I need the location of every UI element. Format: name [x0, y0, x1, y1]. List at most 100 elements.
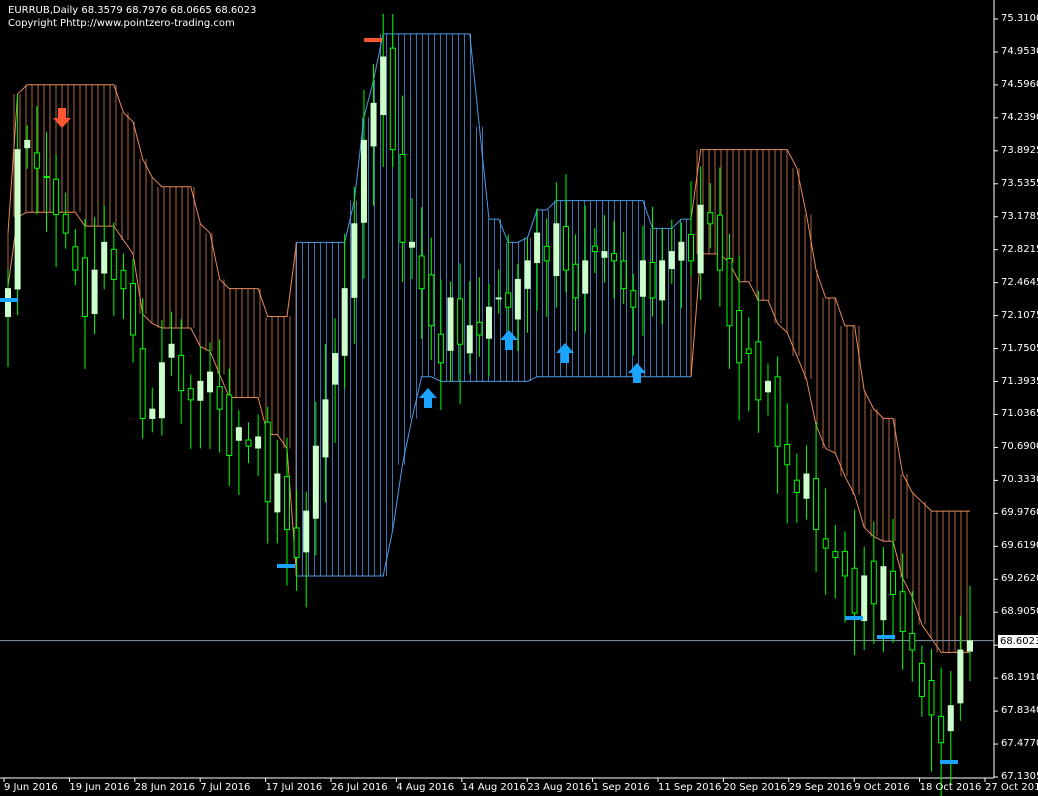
- symbol-info-header: EURRUB,Daily 68.3579 68.7976 68.0665 68.…: [8, 5, 257, 16]
- price-tick-label: 69.2620: [1001, 573, 1038, 585]
- candle-body: [870, 560, 877, 605]
- candle-body: [312, 445, 319, 519]
- candle-body: [178, 354, 185, 392]
- candle-body: [553, 223, 560, 277]
- candle-body: [514, 278, 521, 320]
- candle-body: [72, 246, 79, 271]
- candle-body: [851, 567, 858, 614]
- candle-body: [360, 139, 367, 223]
- candle-body: [428, 274, 435, 327]
- candle-body: [226, 394, 233, 456]
- candle-body: [880, 566, 887, 621]
- candle-body: [793, 479, 800, 494]
- price-tick-label: 68.1910: [1001, 672, 1038, 684]
- candle-body: [120, 269, 127, 290]
- candle-body: [534, 232, 541, 263]
- current-price-tag: 68.6023: [998, 635, 1038, 648]
- cyan-dash-marker: [0, 298, 18, 302]
- candle-body: [389, 47, 396, 151]
- candle-body: [967, 640, 973, 652]
- candle-body: [726, 258, 733, 327]
- candle-body: [707, 212, 714, 225]
- candle-body: [130, 283, 137, 336]
- candle-body: [235, 427, 242, 441]
- candle-body: [110, 248, 117, 280]
- time-tick-label: 20 Sep 2016: [723, 782, 787, 793]
- candle-body: [688, 233, 695, 262]
- candle-body: [697, 204, 704, 274]
- candle-body: [399, 153, 406, 243]
- time-tick-label: 26 Jul 2016: [331, 782, 388, 793]
- price-tick-label: 73.8925: [1001, 144, 1038, 156]
- candle-body: [149, 408, 156, 419]
- candle-body: [611, 253, 618, 262]
- candle-body: [322, 399, 329, 458]
- price-tick-label: 72.8215: [1001, 243, 1038, 255]
- candle-body: [861, 575, 868, 622]
- cyan-dash-marker: [845, 616, 863, 620]
- time-tick-label: 4 Aug 2016: [396, 782, 455, 793]
- time-tick-label: 29 Sep 2016: [788, 782, 853, 793]
- candle-body: [572, 263, 579, 299]
- candle-body: [957, 649, 964, 704]
- price-tick-label: 74.9530: [1001, 45, 1038, 57]
- price-tick-label: 67.8340: [1001, 705, 1038, 717]
- candle-body: [139, 348, 146, 419]
- copyright-label: Copyright Phttp://www.pointzero-trading.…: [8, 18, 235, 29]
- price-tick-label: 75.3100: [1001, 13, 1038, 24]
- time-tick-label: 9 Oct 2016: [854, 782, 910, 793]
- time-tick-label: 1 Sep 2016: [592, 782, 650, 793]
- cloud-lower-line: [690, 253, 970, 653]
- candle-body: [5, 288, 11, 317]
- price-tick-label: 69.6190: [1001, 540, 1038, 552]
- price-chart-plot[interactable]: [0, 0, 1038, 796]
- price-tick-label: 71.0365: [1001, 408, 1038, 420]
- time-tick-label: 19 Jun 2016: [69, 782, 130, 793]
- chart-window[interactable]: EURRUB,Daily 68.3579 68.7976 68.0665 68.…: [0, 0, 1038, 796]
- candle-body: [216, 386, 223, 410]
- price-tick-label: 73.5355: [1001, 177, 1038, 189]
- candle-body: [197, 380, 204, 401]
- price-tick-label: 74.2390: [1001, 111, 1038, 123]
- candle-body: [486, 306, 492, 339]
- price-tick-label: 70.6900: [1001, 441, 1038, 453]
- candle-body: [918, 662, 925, 697]
- candle-body: [784, 443, 791, 466]
- red-dash-marker: [364, 38, 382, 42]
- candle-body: [659, 260, 666, 301]
- candle-body: [601, 251, 608, 258]
- candle-body: [33, 152, 40, 169]
- candle-body: [380, 56, 387, 116]
- candle-body: [158, 362, 165, 419]
- cyan-dash-marker: [877, 635, 895, 639]
- candle-body: [803, 473, 810, 499]
- candle-body: [332, 353, 339, 385]
- candle-body: [457, 298, 464, 345]
- candle-body: [832, 551, 839, 558]
- candle-body: [668, 251, 675, 270]
- time-tick-label: 23 Aug 2016: [527, 782, 592, 793]
- candle-body: [630, 290, 637, 308]
- candle-body: [187, 388, 194, 401]
- candle-body: [14, 149, 21, 290]
- candle-body: [813, 478, 820, 531]
- candle-body: [447, 297, 454, 351]
- candle-body: [774, 376, 781, 447]
- time-tick-label: 17 Jul 2016: [265, 782, 323, 793]
- price-tick-label: 74.5960: [1001, 78, 1038, 90]
- candle-body: [764, 380, 771, 393]
- candle-body: [466, 325, 473, 354]
- candle-body: [62, 213, 69, 234]
- candle-body: [341, 288, 348, 356]
- time-tick-label: 28 Jun 2016: [134, 782, 195, 793]
- candle-body: [822, 538, 829, 549]
- time-tick-label: 27 Oct 2016: [985, 782, 1038, 793]
- candle-body: [716, 214, 723, 271]
- candle-body: [736, 310, 743, 364]
- candle-body: [264, 421, 271, 503]
- cyan-dash-marker: [940, 760, 958, 764]
- price-tick-label: 72.4645: [1001, 276, 1038, 288]
- candle-body: [562, 226, 569, 271]
- candle-body: [591, 245, 598, 253]
- up-arrow-icon: [419, 388, 437, 408]
